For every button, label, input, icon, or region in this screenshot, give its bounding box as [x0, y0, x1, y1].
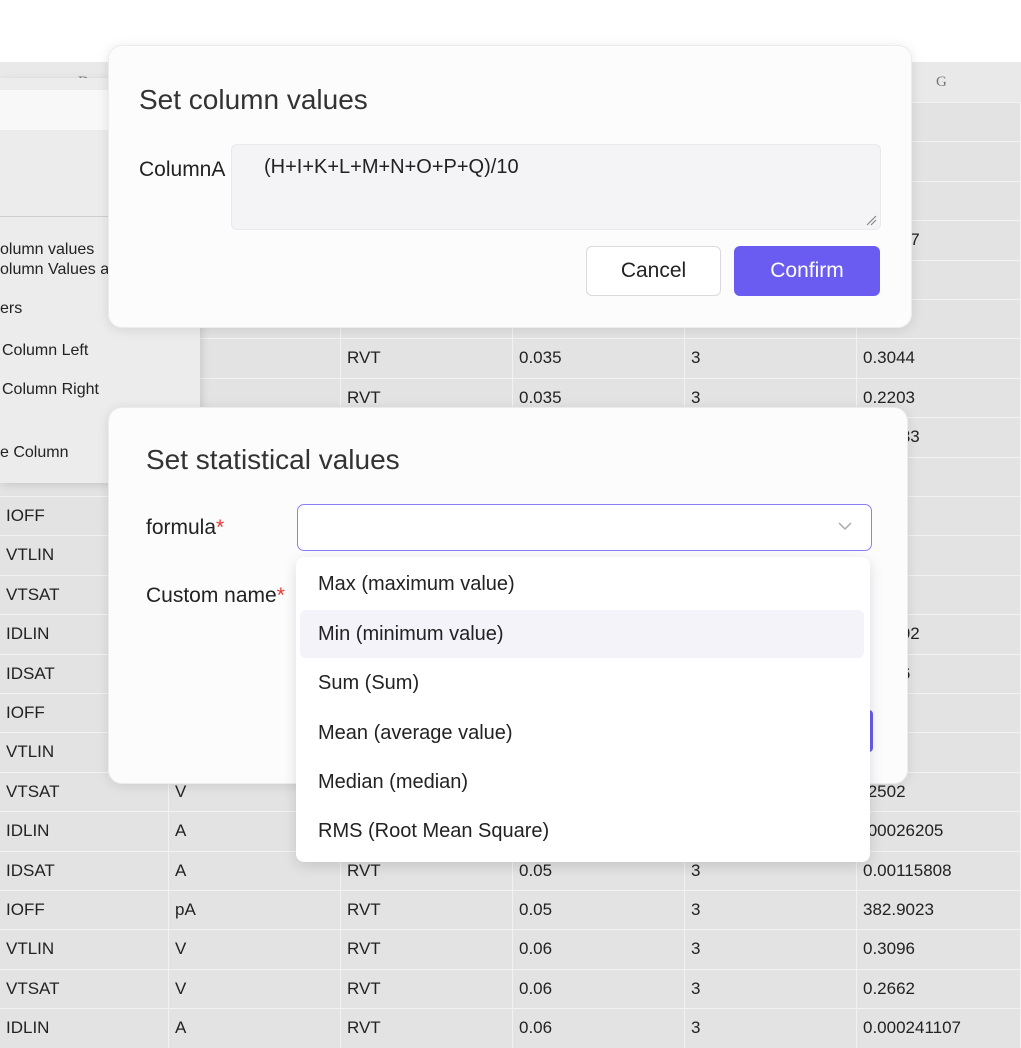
option-max[interactable]: Max (maximum value)	[300, 560, 864, 608]
context-menu-highlight	[0, 90, 108, 130]
table-cell[interactable]: 0.3096	[857, 930, 1021, 969]
table-cell[interactable]: IDLIN	[0, 812, 169, 851]
column-header-g[interactable]: G	[936, 74, 947, 91]
column-label: ColumnA	[139, 158, 226, 181]
custom-name-label: Custom name*	[146, 584, 285, 608]
table-cell[interactable]: VTLIN	[0, 930, 169, 969]
set-column-values-dialog: Set column values ColumnA (H+I+K+L+M+N+O…	[108, 45, 912, 328]
table-row: IDLIN A RVT 0.06 3 0.000241107	[0, 1008, 1021, 1048]
table-cell[interactable]: IDSAT	[0, 851, 169, 890]
table-cell[interactable]: 0.00115808	[857, 851, 1021, 890]
table-cell[interactable]: VTSAT	[0, 969, 169, 1009]
table-cell[interactable]: 382.9023	[857, 891, 1021, 930]
context-menu-divider	[0, 216, 110, 217]
table-cell[interactable]: 3	[685, 891, 857, 930]
formula-label-text: formula	[146, 516, 217, 539]
table-cell[interactable]: 0.035	[513, 339, 685, 378]
cancel-button[interactable]: Cancel	[586, 246, 721, 296]
table-cell[interactable]: RVT	[341, 891, 513, 930]
table-cell[interactable]: 3	[685, 930, 857, 969]
menu-item-insert-column-left[interactable]: Column Left	[2, 342, 88, 360]
table-cell[interactable]: V	[169, 969, 341, 1009]
table-row: VTSAT V RVT 0.06 3 0.2662	[0, 968, 1021, 1009]
option-median[interactable]: Median (median)	[300, 758, 864, 806]
formula-dropdown: Max (maximum value) Min (minimum value) …	[296, 557, 870, 862]
formula-textarea[interactable]: (H+I+K+L+M+N+O+P+Q)/10	[231, 144, 881, 230]
menu-item-set-column-values[interactable]: olumn values	[0, 241, 94, 259]
chevron-down-icon	[838, 522, 852, 531]
table-cell[interactable]: 3	[685, 339, 857, 378]
table-cell[interactable]: 0.3044	[857, 339, 1021, 378]
formula-text: (H+I+K+L+M+N+O+P+Q)/10	[264, 156, 519, 178]
menu-item-delete-column[interactable]: e Column	[0, 444, 68, 462]
table-cell[interactable]: 0.2662	[857, 969, 1021, 1009]
option-mean[interactable]: Mean (average value)	[300, 709, 864, 757]
menu-item-set-column-values-alt[interactable]: olumn Values a	[0, 261, 109, 279]
formula-select[interactable]	[297, 504, 872, 551]
table-cell[interactable]: A	[169, 1009, 341, 1048]
required-mark: *	[276, 584, 285, 607]
table-cell[interactable]: 3	[685, 1009, 857, 1048]
table-cell[interactable]: RVT	[341, 969, 513, 1009]
custom-name-label-text: Custom name	[146, 584, 277, 607]
table-cell[interactable]: RVT	[341, 339, 513, 378]
confirm-button[interactable]: Confirm	[734, 246, 880, 296]
resize-handle-icon[interactable]	[865, 214, 877, 226]
menu-item-insert-column-right[interactable]: Column Right	[2, 381, 99, 399]
table-cell[interactable]: V	[169, 930, 341, 969]
required-mark: *	[216, 516, 225, 539]
formula-label: formula*	[146, 516, 224, 540]
table-cell[interactable]: 0.05	[513, 891, 685, 930]
option-rms[interactable]: RMS (Root Mean Square)	[300, 807, 864, 855]
table-cell[interactable]: IOFF	[0, 891, 169, 930]
table-cell[interactable]: IDLIN	[0, 1009, 169, 1048]
dialog-title: Set column values	[139, 84, 368, 115]
table-cell[interactable]: 0.06	[513, 930, 685, 969]
table-cell[interactable]: 0.000241107	[857, 1009, 1021, 1048]
table-cell[interactable]: 0.06	[513, 969, 685, 1009]
menu-item-filters[interactable]: ers	[0, 300, 22, 318]
dialog-title: Set statistical values	[146, 444, 400, 475]
option-sum[interactable]: Sum (Sum)	[300, 659, 864, 707]
option-min[interactable]: Min (minimum value)	[300, 610, 864, 658]
table-cell[interactable]: 3	[685, 969, 857, 1009]
table-row: IOFF pA RVT 0.05 3 382.9023	[0, 890, 1021, 930]
table-cell[interactable]: 0.06	[513, 1009, 685, 1048]
table-cell[interactable]: RVT	[341, 1009, 513, 1048]
table-row: VTLIN V RVT 0.06 3 0.3096	[0, 929, 1021, 969]
table-cell[interactable]: RVT	[341, 930, 513, 969]
table-cell[interactable]: pA	[169, 891, 341, 930]
table-cell[interactable]: .00026205	[857, 812, 1021, 851]
